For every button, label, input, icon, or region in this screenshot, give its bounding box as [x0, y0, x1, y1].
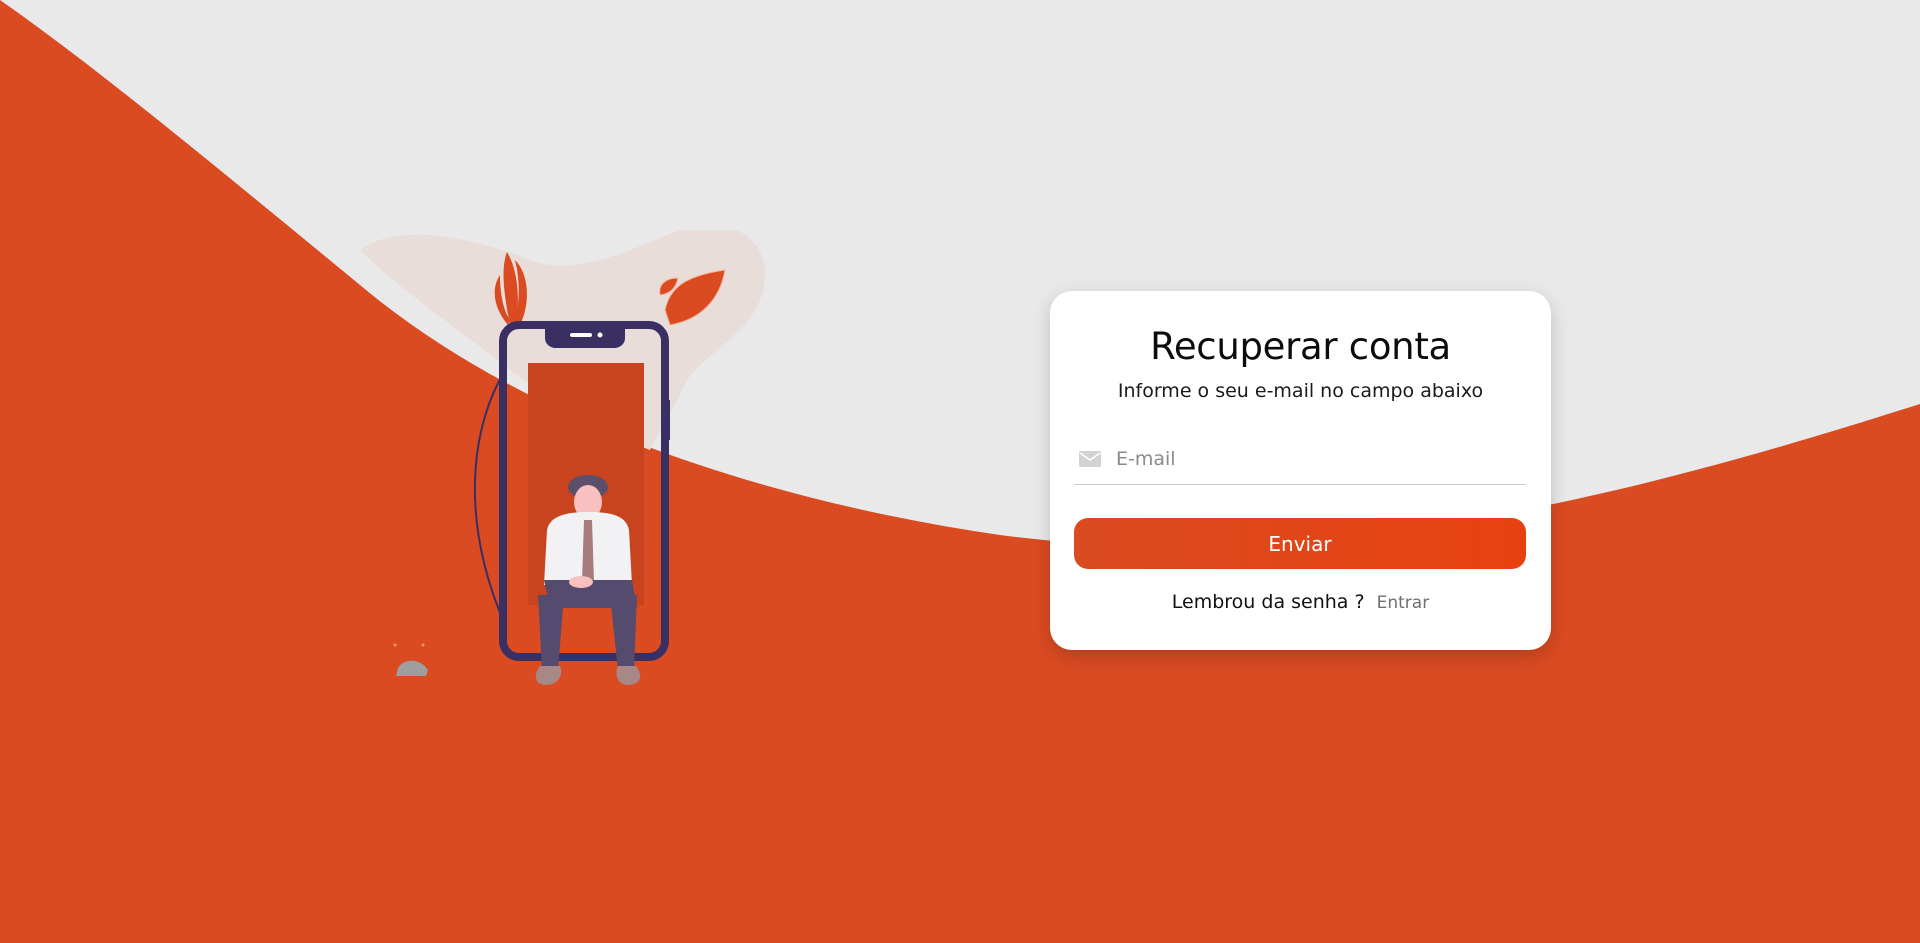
remember-password-text: Lembrou da senha ?	[1171, 591, 1365, 613]
envelope-icon	[1079, 451, 1101, 467]
recover-account-card: Recuperar conta Informe o seu e-mail no …	[1050, 291, 1551, 650]
rock-illustration	[396, 660, 428, 676]
submit-button[interactable]: Enviar	[1074, 518, 1526, 569]
email-input[interactable]	[1116, 439, 1516, 479]
login-prompt: Lembrou da senha ? Entrar	[1050, 591, 1551, 613]
background-wave	[0, 0, 1920, 943]
card-subtitle: Informe o seu e-mail no campo abaixo	[1117, 380, 1484, 402]
login-link[interactable]: Entrar	[1377, 593, 1430, 613]
email-field	[1074, 434, 1526, 485]
hero-illustration	[360, 230, 766, 685]
card-title: Recuperar conta	[1150, 325, 1451, 368]
